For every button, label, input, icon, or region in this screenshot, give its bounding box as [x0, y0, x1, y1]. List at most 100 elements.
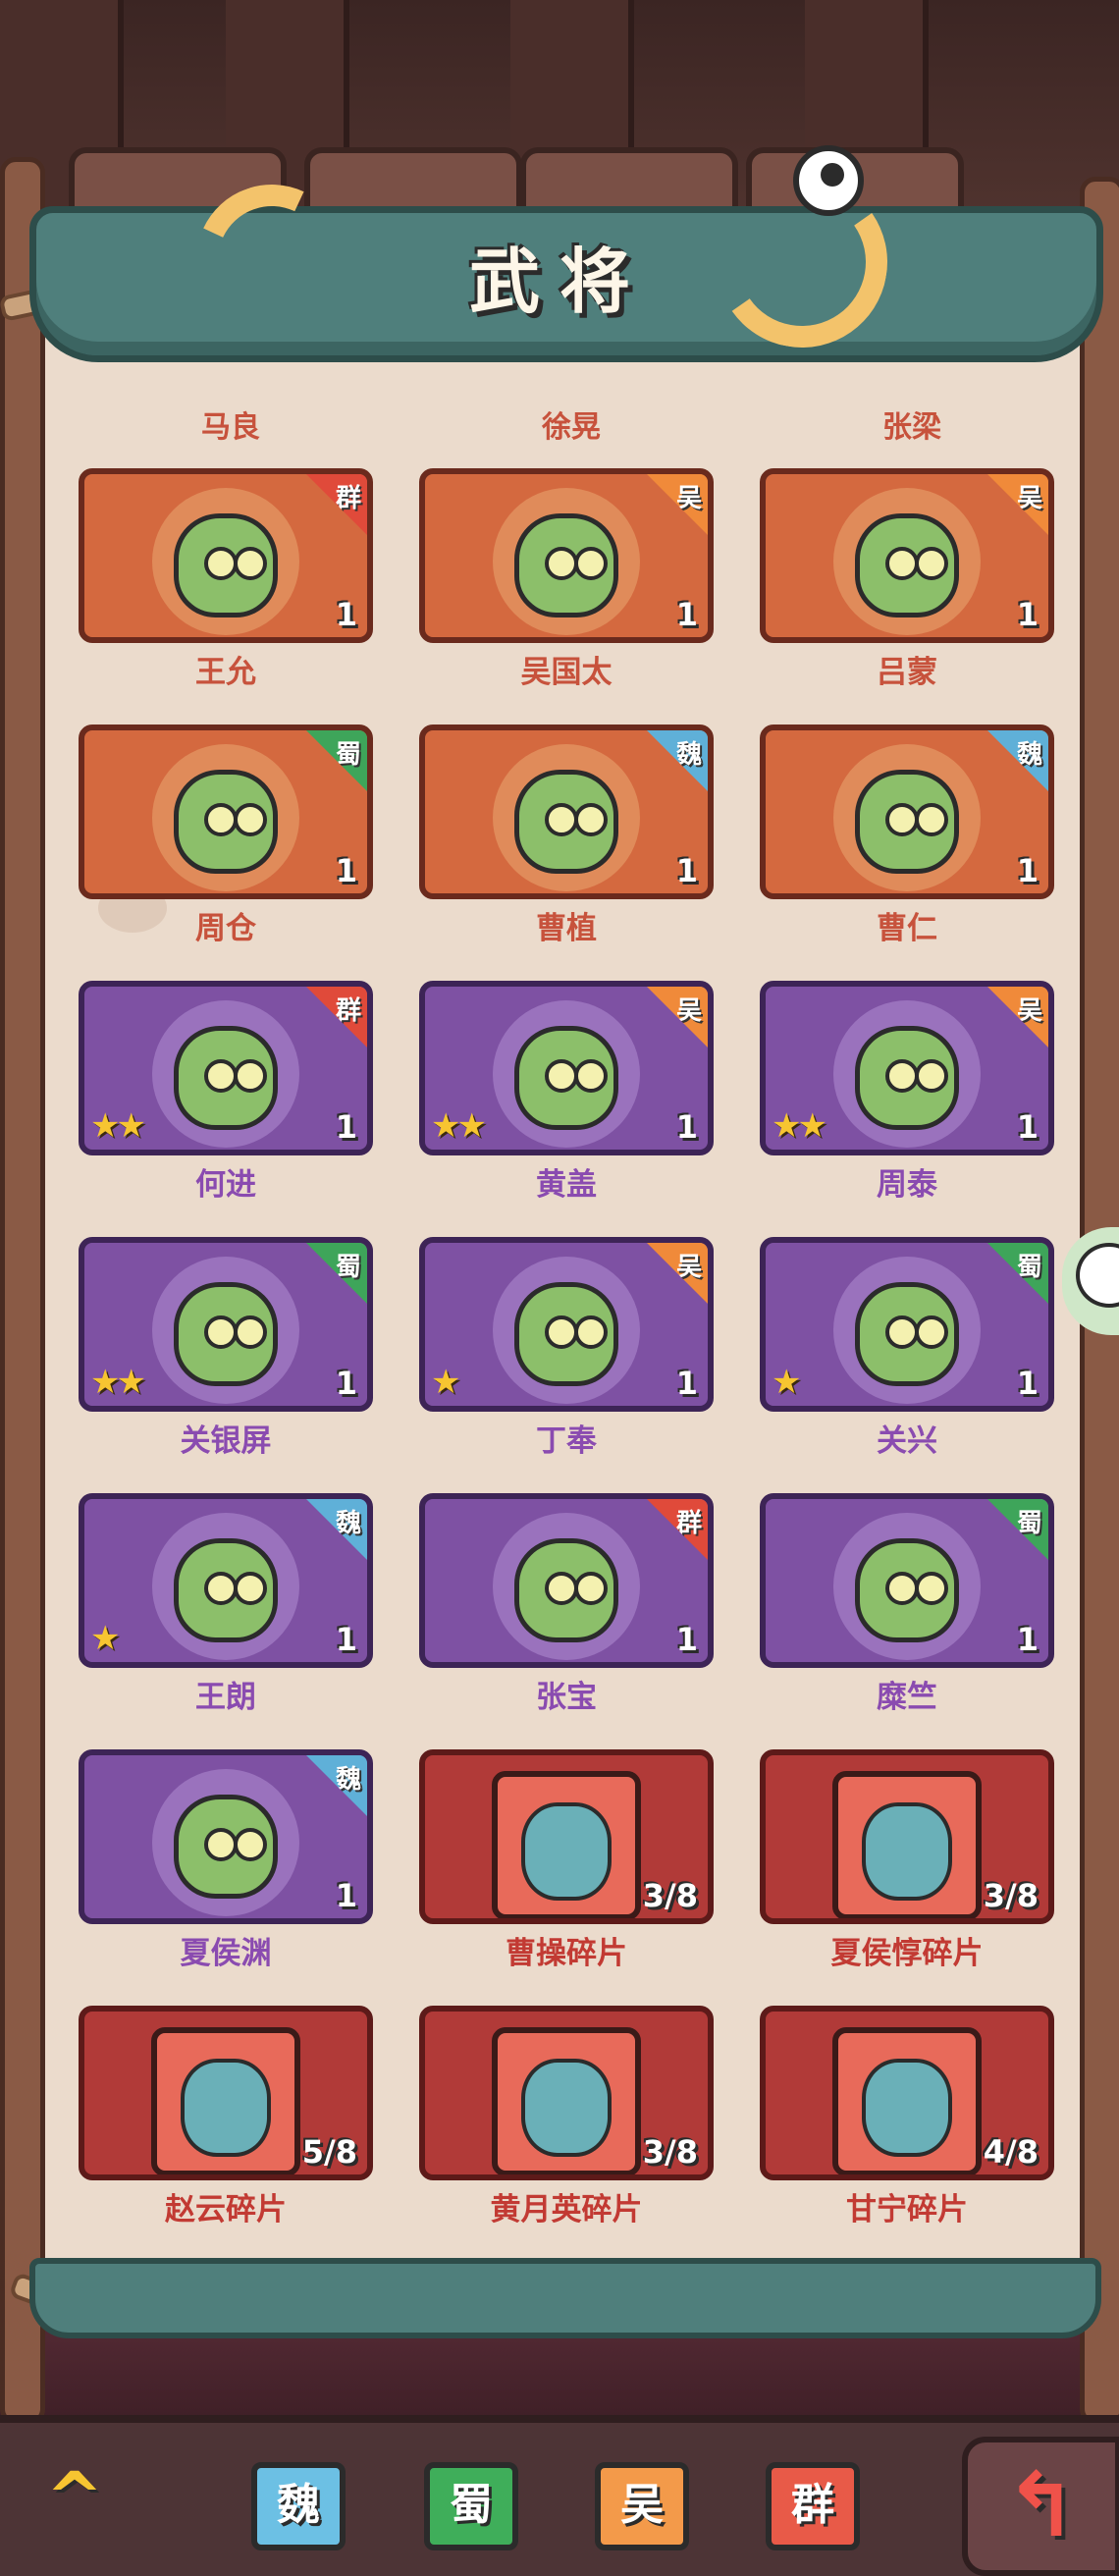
portrait-eye	[915, 803, 948, 836]
general-name: 黄盖	[536, 1167, 597, 1203]
faction-badge: 吴	[647, 474, 708, 535]
faction-badge: 魏	[987, 730, 1048, 791]
faction-badge: 群	[647, 1499, 708, 1560]
fragment-card[interactable]: 5/8	[79, 2006, 373, 2180]
card-count: 1	[335, 1365, 357, 1402]
puzzle-piece-icon	[492, 2027, 641, 2174]
star-rating: ★★	[90, 1363, 146, 1402]
filter-qun-button[interactable]: 群	[766, 2462, 860, 2550]
general-card[interactable]: 魏1	[419, 724, 714, 899]
portrait-eye	[885, 1315, 919, 1349]
portrait-eye	[915, 1059, 948, 1093]
portrait-eye	[574, 1059, 608, 1093]
faction-label: 吴	[1016, 484, 1042, 513]
card-count: 1	[675, 596, 698, 633]
filter-wei-button[interactable]: 魏	[251, 2462, 346, 2550]
star-rating: ★	[772, 1363, 802, 1402]
faction-badge: 吴	[647, 987, 708, 1047]
chevron-up-icon[interactable]: ^	[31, 2458, 118, 2537]
star-rating: ★★	[772, 1106, 827, 1146]
portrait-eye	[234, 1828, 267, 1861]
card-count: 1	[1016, 1365, 1039, 1402]
general-name: 王允	[195, 655, 256, 690]
general-card[interactable]: 群1	[79, 468, 373, 643]
fragment-count: 4/8	[983, 2133, 1039, 2171]
general-name: 曹操碎片	[506, 1936, 627, 1971]
portrait-eye	[204, 547, 238, 580]
star-rating: ★	[90, 1619, 121, 1658]
portrait-eye	[915, 1315, 948, 1349]
general-name: 夏侯渊	[180, 1936, 272, 1971]
general-name: 曹植	[536, 911, 597, 946]
card-count: 1	[675, 1108, 698, 1146]
portrait-eye	[204, 803, 238, 836]
portrait-eye	[234, 1572, 267, 1605]
faction-label: 蜀	[335, 1253, 361, 1282]
star-rating: ★★	[431, 1106, 487, 1146]
card-count: 1	[335, 1108, 357, 1146]
portrait-eye	[915, 1572, 948, 1605]
bottom-bar: ^ 魏 蜀 吴 群 ↰	[0, 2415, 1119, 2576]
faction-badge: 魏	[647, 730, 708, 791]
general-name: 吴国太	[520, 655, 613, 690]
faction-badge: 群	[306, 987, 367, 1047]
card-count: 1	[675, 1365, 698, 1402]
general-card[interactable]: 魏1	[760, 724, 1054, 899]
wood-pole-left	[0, 157, 45, 2425]
faction-badge: 吴	[647, 1243, 708, 1304]
faction-badge: 蜀	[306, 730, 367, 791]
faction-badge: 蜀	[306, 1243, 367, 1304]
general-card[interactable]: 吴1	[760, 468, 1054, 643]
filter-shu-button[interactable]: 蜀	[424, 2462, 518, 2550]
portrait-eye	[885, 803, 919, 836]
faction-label: 群	[335, 484, 361, 513]
portrait-eye	[545, 547, 578, 580]
general-card[interactable]: 蜀 ★ 1	[760, 1237, 1054, 1412]
faction-badge: 吴	[987, 987, 1048, 1047]
general-portrait	[181, 2059, 271, 2157]
portrait-eye	[574, 547, 608, 580]
general-card[interactable]: 吴 ★★ 1	[419, 981, 714, 1155]
general-name: 黄月英碎片	[490, 2192, 643, 2227]
faction-label: 吴	[675, 996, 702, 1026]
general-portrait	[862, 2059, 952, 2157]
fragment-count: 5/8	[301, 2133, 357, 2171]
general-card[interactable]: 蜀1	[79, 724, 373, 899]
general-card[interactable]: 吴 ★★ 1	[760, 981, 1054, 1155]
general-card[interactable]: 群1	[419, 1493, 714, 1668]
fragment-card[interactable]: 3/8	[419, 2006, 714, 2180]
faction-label: 魏	[335, 1509, 361, 1538]
general-name: 徐晃	[542, 410, 601, 445]
portrait-eye	[234, 1315, 267, 1349]
general-portrait	[862, 1802, 952, 1901]
faction-label: 蜀	[1016, 1253, 1042, 1282]
general-name: 糜竺	[877, 1680, 937, 1715]
card-count: 1	[335, 852, 357, 889]
filter-wu-button[interactable]: 吴	[595, 2462, 689, 2550]
general-name: 赵云碎片	[165, 2192, 287, 2227]
worm-eye-icon	[793, 145, 864, 216]
fragment-card[interactable]: 3/8	[419, 1749, 714, 1924]
card-count: 1	[1016, 852, 1039, 889]
fragment-card[interactable]: 4/8	[760, 2006, 1054, 2180]
fragment-card[interactable]: 3/8	[760, 1749, 1054, 1924]
general-card[interactable]: 魏 ★ 1	[79, 1493, 373, 1668]
faction-label: 吴	[675, 484, 702, 513]
card-count: 1	[335, 1877, 357, 1914]
general-card[interactable]: 蜀 ★★ 1	[79, 1237, 373, 1412]
card-count: 1	[1016, 596, 1039, 633]
portrait-eye	[234, 1059, 267, 1093]
portrait-eye	[545, 1059, 578, 1093]
general-card[interactable]: 吴 ★ 1	[419, 1237, 714, 1412]
general-card[interactable]: 魏1	[79, 1749, 373, 1924]
portrait-eye	[574, 803, 608, 836]
general-card[interactable]: 群 ★★ 1	[79, 981, 373, 1155]
return-arrow-icon[interactable]: ↰	[962, 2437, 1119, 2576]
general-card[interactable]: 吴1	[419, 468, 714, 643]
portrait-eye	[885, 547, 919, 580]
faction-label: 魏	[1016, 740, 1042, 770]
puzzle-piece-icon	[832, 2027, 982, 2174]
general-card[interactable]: 蜀1	[760, 1493, 1054, 1668]
general-name: 周仓	[195, 911, 256, 946]
fragment-count: 3/8	[983, 1877, 1039, 1914]
